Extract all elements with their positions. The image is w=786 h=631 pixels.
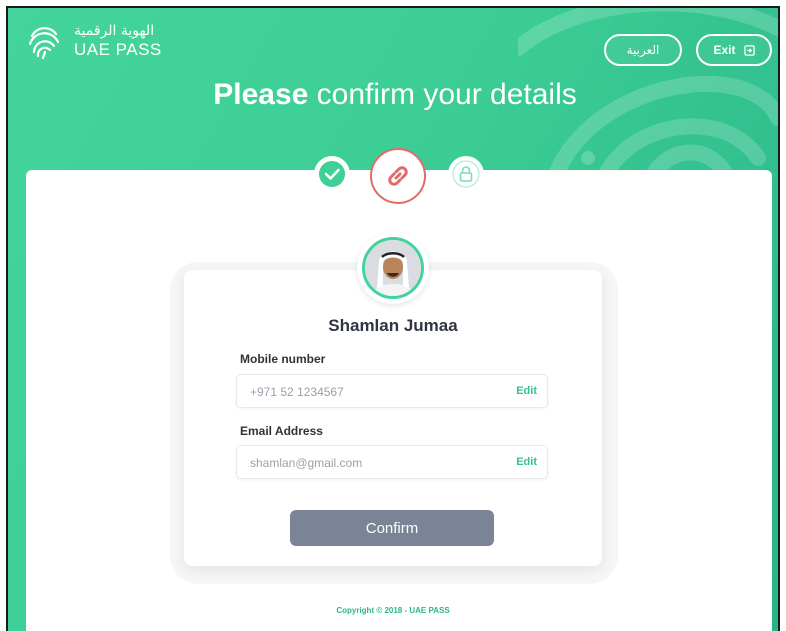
email-label: Email Address [240, 424, 323, 438]
link-icon [388, 166, 408, 186]
logo-text: الهوية الرقمية UAE PASS [74, 23, 162, 61]
page-title-rest: confirm your details [308, 78, 577, 111]
confirm-button-label: Confirm [365, 519, 419, 537]
language-button-label: العربية [626, 43, 660, 57]
mobile-field[interactable]: +971 52 1234567 Edit [236, 374, 548, 408]
uae-pass-logo: الهوية الرقمية UAE PASS [24, 22, 162, 62]
mobile-edit-link[interactable]: Edit [516, 385, 537, 397]
mobile-label: Mobile number [240, 352, 326, 366]
logo-english-name: UAE PASS [74, 40, 162, 59]
page-title: Please confirm your details [8, 78, 778, 112]
progress-steps [8, 148, 778, 208]
step-lock [448, 156, 484, 192]
email-value: shamlan@gmail.com [250, 456, 363, 470]
copyright-text: Copyright © 2018 - UAE PASS [336, 606, 450, 615]
logo-arabic-name: الهوية الرقمية [74, 23, 155, 39]
language-button[interactable]: العربية [604, 34, 682, 66]
page-title-bold: Please [213, 78, 309, 111]
lock-icon [452, 160, 480, 188]
check-icon [319, 161, 345, 187]
user-photo [365, 240, 421, 296]
exit-button-label: Exit [713, 43, 736, 57]
mobile-value: +971 52 1234567 [250, 385, 344, 399]
fingerprint-icon [28, 27, 60, 60]
step-verified [314, 156, 350, 192]
step-link-active [370, 148, 426, 204]
email-edit-link[interactable]: Edit [516, 456, 537, 468]
avatar [362, 237, 424, 299]
exit-icon [743, 44, 755, 56]
exit-button[interactable]: Exit [696, 34, 772, 66]
user-name: Shamlan Jumaa [328, 316, 458, 335]
avatar-ring [357, 232, 429, 304]
confirm-button[interactable]: Confirm [290, 510, 494, 546]
email-field[interactable]: shamlan@gmail.com Edit [236, 445, 548, 479]
